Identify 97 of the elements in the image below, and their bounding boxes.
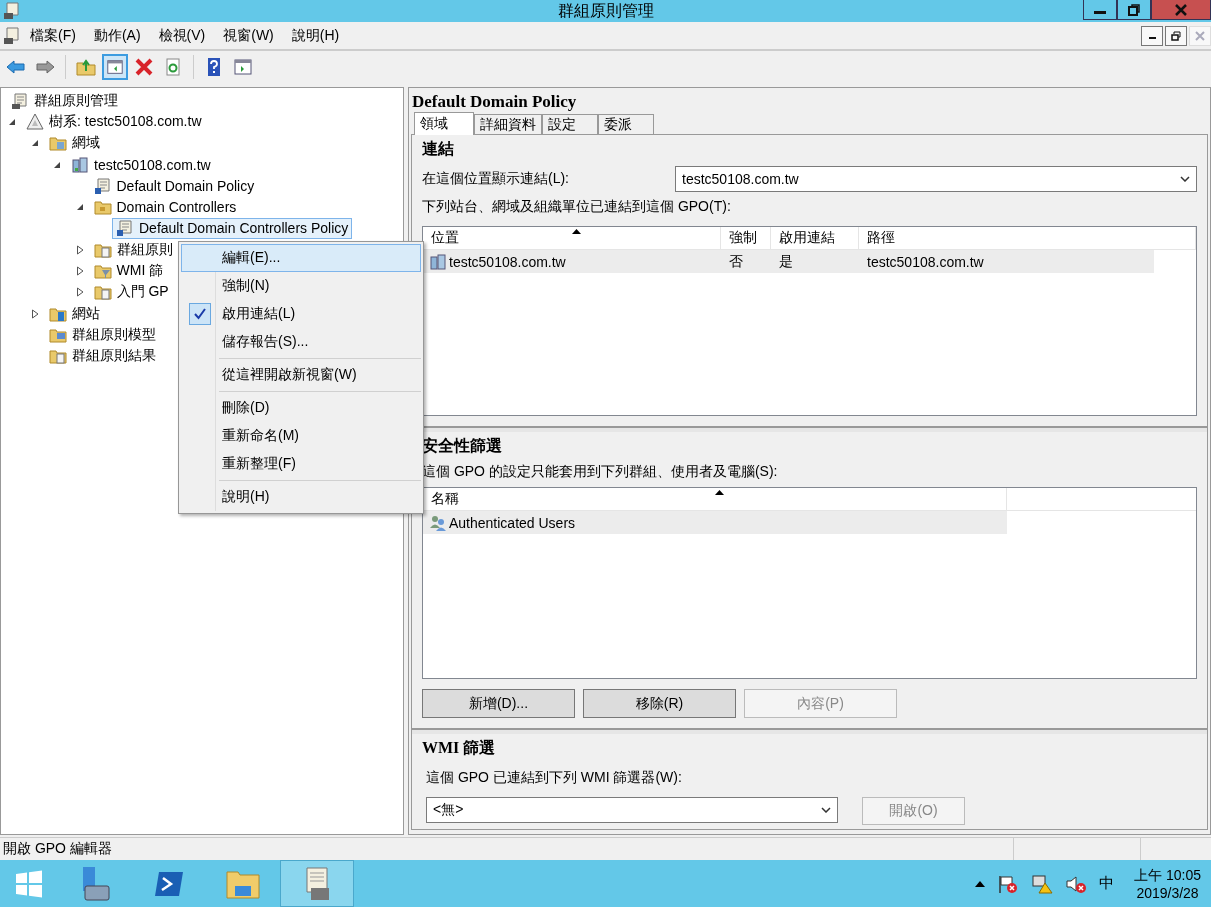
input-method-indicator[interactable]: 中	[1099, 874, 1115, 893]
folder-icon	[48, 347, 67, 366]
menu-item[interactable]: 檔案(F)	[21, 24, 85, 47]
tree-item[interactable]: 網域	[44, 132, 104, 154]
tree-item[interactable]: testc50108.com.tw	[67, 154, 215, 176]
panel-title: Default Domain Policy	[411, 91, 578, 112]
menu-item[interactable]: 檢視(V)	[149, 24, 215, 47]
column-header[interactable]: 位置	[423, 227, 721, 249]
expand-arrow-icon[interactable]	[74, 266, 85, 276]
menu-item[interactable]: 儲存報告(S)...	[181, 328, 421, 356]
tree-item[interactable]: 群組原則模型	[44, 324, 160, 346]
triangle-icon	[26, 112, 44, 131]
speaker-icon[interactable]	[1065, 873, 1088, 894]
flag-icon[interactable]	[997, 873, 1020, 894]
table-cell: testc50108.com.tw	[449, 253, 566, 270]
scroll-icon	[116, 219, 134, 238]
tab[interactable]: 設定	[542, 114, 598, 134]
users-icon	[429, 513, 447, 532]
list-row[interactable]: Authenticated Users	[423, 511, 1007, 534]
menu-item[interactable]: 說明(H)	[282, 24, 349, 47]
network-icon[interactable]	[1031, 873, 1054, 894]
pane-toggle-icon[interactable]	[102, 54, 128, 80]
scroll-icon	[3, 26, 21, 45]
tree-item[interactable]: 網站	[44, 303, 104, 325]
window-title: 群組原則管理	[557, 0, 654, 21]
list-row[interactable]: testc50108.com.tw 否 是 testc50108.com.tw	[423, 250, 1154, 273]
field-label: 在這個位置顯示連結(L):	[422, 170, 569, 188]
scroll-icon	[11, 91, 29, 110]
scroll-icon	[3, 2, 21, 20]
action-button[interactable]: 移除(R)	[583, 689, 736, 718]
minimize-button[interactable]	[1141, 25, 1163, 46]
tab[interactable]: 詳細資料	[474, 114, 542, 134]
minimize-button[interactable]	[1083, 0, 1117, 20]
wmi-filter-dropdown[interactable]: <無>	[426, 797, 838, 823]
chevron-down-icon	[821, 807, 831, 813]
tree-item[interactable]: Domain Controllers	[89, 196, 241, 218]
show-hidden-icons-arrow-icon[interactable]	[975, 880, 986, 887]
action-button[interactable]: 新增(D)...	[422, 689, 575, 718]
field-label: 下列站台、網域及組織單位已連結到這個 GPO(T):	[422, 198, 732, 216]
minimize-icon	[1148, 37, 1156, 39]
column-header[interactable]: 強制	[721, 227, 771, 249]
tree-item[interactable]: 群組原則結果	[44, 345, 160, 367]
building-icon	[429, 252, 447, 271]
tree-item[interactable]: Default Domain Policy	[89, 175, 259, 197]
folder-icon	[93, 198, 112, 217]
minimize-icon	[1094, 11, 1106, 14]
section-heading: WMI 篩選	[422, 738, 497, 758]
location-dropdown[interactable]: testc50108.com.tw	[675, 166, 1197, 192]
tree-item[interactable]: Default Domain Controllers Policy	[112, 217, 353, 239]
scroll-icon[interactable]	[280, 860, 354, 907]
clock-time[interactable]: 上午 10:05	[1134, 865, 1201, 884]
close-button[interactable]	[1151, 0, 1211, 20]
expand-arrow-icon[interactable]	[74, 287, 85, 298]
menu-item[interactable]: 說明(H)	[181, 483, 421, 511]
folder-icon	[93, 262, 112, 280]
table-cell: Authenticated Users	[449, 514, 576, 531]
menu-item[interactable]: 刪除(D)	[181, 394, 421, 422]
menu-item[interactable]: 強制(N)	[181, 272, 421, 300]
column-header[interactable]: 名稱	[423, 488, 1007, 510]
table-cell-text: testc50108.com.tw	[866, 253, 985, 270]
clock-date[interactable]: 2019/3/28	[1136, 883, 1199, 902]
restore-icon	[1127, 2, 1141, 17]
tree-item[interactable]: 群組原則管理	[7, 90, 122, 112]
building-icon	[71, 155, 89, 174]
tree-item[interactable]: 入門 GP	[89, 281, 173, 303]
folder-icon	[48, 134, 67, 153]
close-icon	[1174, 2, 1188, 17]
tree-item[interactable]: 樹系: testc50108.com.tw	[22, 111, 206, 133]
section-heading: 連結	[422, 139, 455, 159]
table-cell-text: 否	[728, 252, 744, 271]
field-label: 這個 GPO 已連結到下列 WMI 篩選器(W):	[425, 769, 683, 787]
chevron-down-icon	[1180, 176, 1190, 182]
tree-item[interactable]: WMI 篩	[89, 260, 168, 282]
menu-item[interactable]: 從這裡開啟新視窗(W)	[181, 361, 421, 389]
windows-logo-icon	[14, 868, 44, 899]
scroll-icon	[93, 176, 112, 195]
restore-button[interactable]	[1165, 25, 1187, 46]
expand-arrow-icon[interactable]	[74, 244, 85, 255]
menu-item[interactable]: 重新整理(F)	[181, 450, 421, 478]
menu-item[interactable]: 編輯(E)...	[181, 244, 421, 272]
table-cell-text: 是	[778, 252, 794, 271]
close-icon	[1195, 30, 1205, 41]
restore-button[interactable]	[1117, 0, 1151, 20]
tree-item[interactable]: 群組原則	[89, 239, 177, 261]
restore-icon	[1171, 30, 1181, 41]
column-header[interactable]: 路徑	[859, 227, 1196, 249]
field-label: 這個 GPO 的設定只能套用到下列群組、使用者及電腦(S):	[422, 463, 779, 481]
menu-item[interactable]: 視窗(W)	[214, 24, 283, 47]
column-header[interactable]: 啟用連結	[771, 227, 859, 249]
tab[interactable]: 委派	[598, 114, 654, 134]
tab[interactable]: 領域	[414, 112, 474, 135]
menu-item[interactable]: 啟用連結(L)	[181, 300, 421, 328]
menu-item[interactable]: 動作(A)	[84, 24, 150, 47]
folder-icon	[93, 283, 112, 302]
expand-arrow-icon[interactable]	[29, 308, 40, 319]
status-text: 開啟 GPO 編輯器	[2, 840, 113, 858]
menu-item[interactable]: 重新命名(M)	[181, 422, 421, 450]
